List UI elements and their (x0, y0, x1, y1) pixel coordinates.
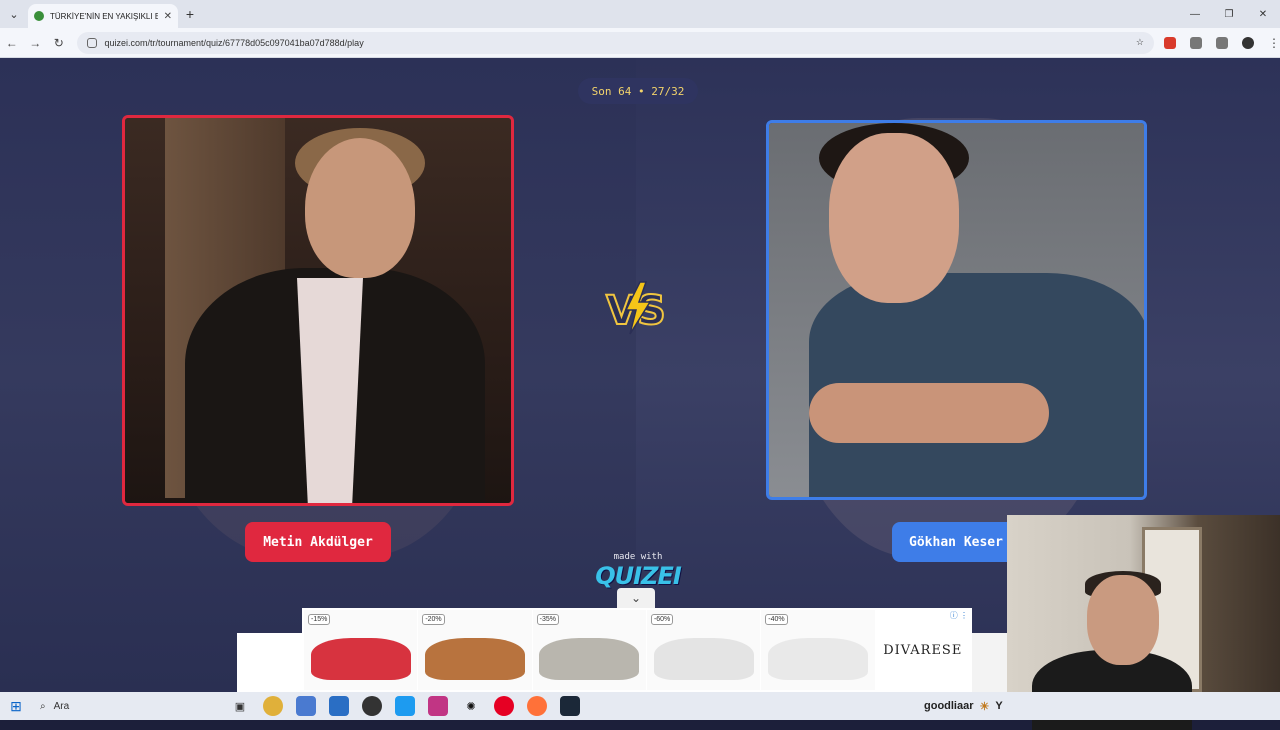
left-contestant-card[interactable] (122, 115, 514, 506)
tray-app-icon[interactable]: ☀ (980, 700, 990, 713)
discount-badge: -35% (536, 614, 559, 625)
ad-product[interactable]: -40% (761, 610, 875, 690)
shoe-image (653, 638, 754, 680)
new-tab-icon[interactable]: + (178, 6, 202, 22)
chrome-icon[interactable] (263, 696, 283, 716)
left-contestant-button[interactable]: Metin Akdülger (245, 522, 391, 562)
discount-badge: -15% (308, 614, 331, 625)
site-info-icon[interactable] (86, 37, 97, 48)
restore-icon[interactable]: ❐ (1212, 9, 1246, 20)
profile-avatar[interactable] (1242, 36, 1254, 49)
back-icon[interactable]: ← (0, 36, 24, 50)
twitter-icon[interactable] (395, 696, 415, 716)
instagram-icon[interactable] (428, 696, 448, 716)
address-bar: ← → ↻ quizei.com/tr/tournament/quiz/6777… (0, 28, 1280, 58)
bookmark-star-icon[interactable]: ☆ (1136, 37, 1144, 48)
ad-product[interactable]: -60% (646, 610, 761, 690)
shoe-image (424, 638, 525, 680)
ad-brand[interactable]: DIVARESE (876, 643, 970, 658)
tray-suffix: Y (995, 700, 1003, 712)
app-icon[interactable] (362, 696, 382, 716)
search-placeholder: Ara (53, 700, 70, 712)
ad-product[interactable]: -20% (418, 610, 532, 690)
forward-icon[interactable]: → (24, 36, 48, 50)
extension-icon[interactable] (1164, 36, 1176, 49)
ad-side-panel (237, 633, 303, 692)
steam-icon[interactable] (560, 696, 580, 716)
right-contestant-card[interactable] (766, 120, 1147, 500)
tab-search-icon[interactable]: ⌄ (0, 0, 28, 28)
close-tab-icon[interactable]: ✕ (164, 11, 172, 22)
taskbar-apps: ▣ ✺ (230, 696, 580, 716)
extensions: ⋮ (1164, 36, 1280, 50)
shoe-image (767, 638, 868, 680)
ad-info-icon[interactable]: ⓘ ⋮ (950, 610, 968, 621)
mail-icon[interactable] (329, 696, 349, 716)
left-contestant-photo (125, 118, 511, 503)
shoe-image (539, 638, 640, 680)
taskbar-search[interactable]: ⌕ Ara (32, 695, 220, 717)
tab-title: TÜRKİYE'NİN EN YAKIŞIKLI ERKE (50, 11, 158, 21)
made-with-label: made with (613, 552, 663, 562)
browser-tab[interactable]: TÜRKİYE'NİN EN YAKIŞIKLI ERKE ✕ (28, 4, 178, 28)
round-indicator: Son 64 • 27/32 (578, 78, 698, 104)
vs-icon: VS (605, 281, 667, 335)
right-contestant-button[interactable]: Gökhan Keser (892, 522, 1020, 562)
url-text: quizei.com/tr/tournament/quiz/67778d05c0… (104, 37, 364, 48)
media-icon[interactable] (1216, 36, 1228, 49)
right-contestant-photo (769, 123, 1144, 497)
url-field[interactable]: quizei.com/tr/tournament/quiz/67778d05c0… (76, 31, 1154, 54)
ad-banner[interactable]: -15% -20% -35% -60% -40% DIVARESE ⓘ ⋮ (302, 608, 972, 692)
puzzle-icon[interactable] (1190, 36, 1202, 49)
discount-badge: -60% (650, 614, 674, 625)
window-controls: — ❐ ✕ (1178, 0, 1280, 28)
discount-badge: -40% (765, 614, 788, 625)
windows-start-icon[interactable]: ⊞ (0, 698, 32, 715)
streamer-head (1087, 575, 1159, 665)
search-icon: ⌕ (40, 700, 46, 712)
menu-dots-icon[interactable]: ⋮ (1268, 36, 1280, 50)
task-view-icon[interactable]: ▣ (230, 696, 250, 716)
pinterest-icon[interactable] (494, 696, 514, 716)
chatgpt-icon[interactable]: ✺ (461, 696, 481, 716)
favicon-icon (34, 11, 44, 21)
tray-username: goodliaar (924, 700, 974, 712)
taskbar: ⊞ ⌕ Ara ▣ ✺ goodliaar ☀ Y (0, 692, 1280, 720)
shoe-image (310, 638, 411, 680)
system-tray: goodliaar ☀ Y (924, 692, 1003, 720)
quizei-logo[interactable]: QUIZEI (594, 562, 682, 590)
minimize-icon[interactable]: — (1178, 9, 1212, 20)
webcam-overlay (1007, 515, 1280, 730)
reload-icon[interactable]: ↻ (47, 36, 71, 50)
discount-badge: -20% (422, 614, 445, 625)
tab-bar: ⌄ TÜRKİYE'NİN EN YAKIŞIKLI ERKE ✕ + — ❐ … (0, 0, 1280, 28)
firefox-icon[interactable] (527, 696, 547, 716)
store-icon[interactable] (296, 696, 316, 716)
collapse-ad-icon[interactable]: ⌄ (617, 588, 655, 608)
ad-side-panel (972, 633, 1008, 692)
ad-product[interactable]: -15% (304, 610, 418, 690)
ad-product[interactable]: -35% (532, 610, 646, 690)
close-window-icon[interactable]: ✕ (1246, 9, 1280, 20)
